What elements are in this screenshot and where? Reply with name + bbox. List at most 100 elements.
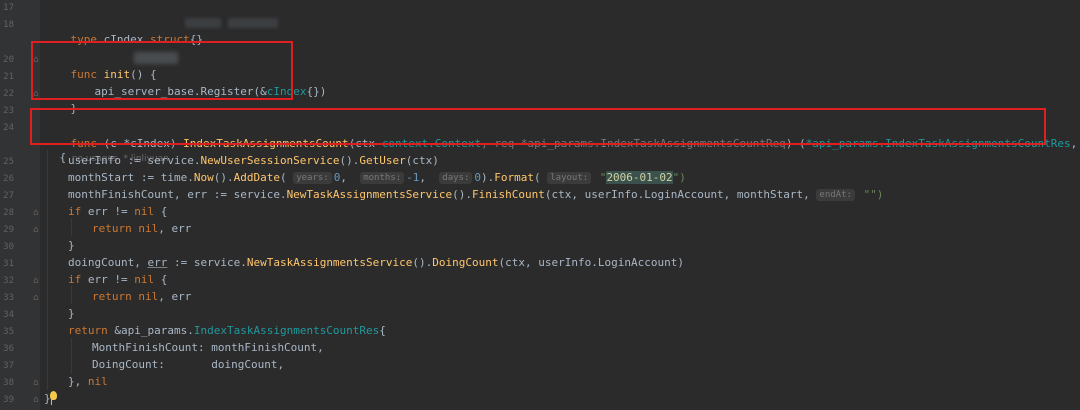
keyword-nil: nil [134,205,155,218]
indent-guide [71,338,72,374]
line-number[interactable]: 35 [0,324,14,341]
code-line-30[interactable]: } [68,237,75,254]
param-hint: layout: [547,172,592,184]
code-line-34[interactable]: } [68,305,75,322]
field-value: : doingCount, [158,358,285,371]
string-quote: " [593,171,607,184]
line-number[interactable]: 34 [0,307,14,324]
brace: { [154,205,168,218]
function-call: NewUserSessionService [200,154,340,167]
indent-guide [47,150,48,390]
keyword-nil: nil [131,290,159,303]
line-number[interactable]: 37 [0,358,14,375]
fold-icon[interactable]: ⌂ [32,375,40,392]
string-literal: "") [856,188,884,201]
line-number[interactable]: 25 [0,154,14,171]
line-number[interactable]: 24 [0,120,14,137]
fold-icon[interactable]: ⌂ [32,392,40,409]
code-line-26[interactable]: monthStart := time.Now().AddDate( years:… [68,169,686,186]
code-line-36[interactable]: MonthFinishCount: monthFinishCount, [92,339,324,356]
punctuation: (). [339,154,360,167]
assignment: userInfo := [68,154,148,167]
code-line-33[interactable]: return nil, err [92,288,191,305]
punctuation: ( [534,171,548,184]
line-number[interactable]: 20 [0,52,14,69]
redacted-blur [228,18,278,28]
package-ref: api_params. [121,324,194,337]
keyword-nil: nil [131,222,159,235]
line-number[interactable]: 30 [0,239,14,256]
args: (ctx) [405,154,439,167]
code-line-38[interactable]: }, nil [68,373,108,390]
punctuation: (). [412,256,433,269]
function-call: Format [494,171,534,184]
opening-brace: { [59,151,67,164]
closing-brace: } [68,239,75,252]
keyword-nil: nil [87,375,108,388]
code-editor[interactable]: 17 18 20 21 22 23 24 25 26 27 28 29 30 31 32 33 34 35 36 37… [0,0,1080,410]
string-literal: 2006-01-02 [606,171,673,184]
line-number[interactable]: 31 [0,256,14,273]
param-hint: days: [439,172,473,184]
args: (ctx, userInfo.LoginAccount, monthStart, [544,188,817,201]
package-ref: time. [160,171,194,184]
fold-icon[interactable]: ⌂ [32,290,40,307]
return-values: , err [158,290,192,303]
line-number[interactable]: 21 [0,69,14,86]
punctuation: {}) [306,85,327,98]
keyword-return: return [92,222,132,235]
args: (ctx, userInfo.LoginAccount) [498,256,684,269]
line-number[interactable]: 26 [0,171,14,188]
assignment: monthStart := [68,171,161,184]
function-call: FinishCount [472,188,545,201]
punctuation: , [1070,137,1078,150]
function-call: NewTaskAssignmentsService [246,256,413,269]
keyword-if: if [68,205,82,218]
code-line-37[interactable]: DoingCount: doingCount, [92,356,284,373]
line-number[interactable]: 36 [0,341,14,358]
code-line-31[interactable]: doingCount, err := service.NewTaskAssign… [68,254,684,271]
line-number[interactable]: 32 [0,273,14,290]
closing-brace: } [68,307,75,320]
lightbulb-icon[interactable] [50,391,57,400]
struct-field: DoingCount [92,358,159,371]
line-number[interactable]: 39 [0,392,14,409]
fold-icon[interactable]: ⌂ [32,222,40,239]
param-hint: endAt: [816,189,855,201]
code-vision-hint[interactable]: { no usages * linliyuan [48,137,168,164]
number: 0 [474,171,481,184]
fold-icon[interactable]: ⌂ [32,205,40,222]
code-line-32[interactable]: if err != nil { [68,271,167,288]
line-number[interactable]: 17 [0,0,14,17]
code-line-17[interactable]: type cIndex struct{} [44,14,204,46]
line-number[interactable]: 27 [0,188,14,205]
closing-brace: }, [68,375,88,388]
keyword-return: return [68,324,108,337]
function-call: NewTaskAssignmentsService [286,188,453,201]
punctuation: (). [213,171,234,184]
indent-guide [71,218,72,236]
code-line-35[interactable]: return &api_params.IndexTaskAssignmentsC… [68,322,386,339]
number: -1 [406,171,420,184]
line-number[interactable]: 23 [0,103,14,120]
line-number[interactable]: 28 [0,205,14,222]
line-number[interactable]: 33 [0,290,14,307]
function-call: Now [193,171,214,184]
code-line-27[interactable]: monthFinishCount, err := service.NewTask… [68,186,883,203]
code-line-29[interactable]: return nil, err [92,220,191,237]
function-call: DoingCount [432,256,499,269]
param-hint: months: [360,172,405,184]
type-ref: IndexTaskAssignmentsCountRes [193,324,380,337]
code-line-25[interactable]: userInfo := service.NewUserSessionServic… [68,152,439,169]
brace: { [379,324,386,337]
highlight-box-init [31,41,293,100]
operator: := [167,256,194,269]
line-number[interactable]: 22 [0,86,14,103]
param-hint: years: [293,172,332,184]
fold-icon[interactable]: ⌂ [32,273,40,290]
line-number[interactable]: 29 [0,222,14,239]
code-line-28[interactable]: if err != nil { [68,203,167,220]
line-number[interactable]: 18 [0,17,14,34]
assignment: doingCount, [68,256,148,269]
line-number[interactable]: 38 [0,375,14,392]
